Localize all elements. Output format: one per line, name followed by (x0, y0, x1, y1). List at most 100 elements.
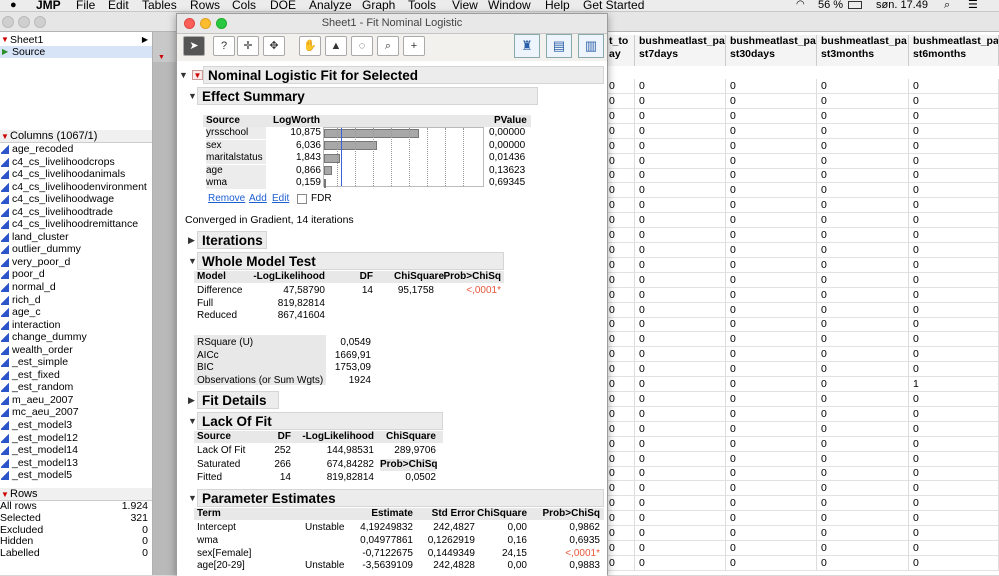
column-item[interactable]: outlier_dummy (0, 243, 152, 256)
grid-cell[interactable]: 0 (909, 406, 999, 422)
crosshair-tool-icon[interactable]: + (403, 36, 425, 56)
edit-button[interactable]: Edit (272, 193, 289, 205)
grid-cell[interactable]: 0 (605, 242, 635, 258)
grid-cell[interactable]: 0 (726, 228, 817, 243)
grid-cell[interactable]: 0 (605, 272, 635, 288)
grid-cell[interactable]: 0 (909, 93, 999, 109)
column-item[interactable]: mc_aeu_2007 (0, 406, 152, 419)
menu-tools[interactable]: Tools (408, 0, 436, 11)
grid-cell[interactable]: 0 (817, 332, 909, 348)
grid-cell[interactable]: 0 (635, 213, 726, 229)
brush-tool-icon[interactable]: ▲ (325, 36, 347, 56)
column-item[interactable]: _est_model13 (0, 457, 152, 470)
grid-cell[interactable]: 0 (909, 272, 999, 288)
grid-cell[interactable]: 0 (817, 377, 909, 392)
grid-cell[interactable]: 0 (635, 317, 726, 333)
column-item[interactable]: _est_random (0, 381, 152, 394)
grid-cell[interactable]: 0 (909, 183, 999, 199)
grid-cell[interactable]: 0 (726, 213, 817, 229)
grid-cell[interactable]: 0 (817, 213, 909, 229)
whole-model-header[interactable]: Whole Model Test (197, 252, 504, 270)
grid-cell[interactable]: 0 (817, 287, 909, 303)
grid-cell[interactable]: 0 (909, 79, 999, 94)
grid-cell[interactable]: 0 (909, 287, 999, 303)
grid-cell[interactable]: 0 (909, 391, 999, 407)
iterations-header[interactable]: Iterations (197, 231, 267, 249)
column-item[interactable]: c4_cs_livelihoodenvironment (0, 181, 152, 194)
grid-cell[interactable]: 0 (635, 242, 726, 258)
fdr-checkbox[interactable] (297, 194, 307, 204)
menu-jmp[interactable]: JMP (36, 0, 61, 11)
grid-cell[interactable]: 0 (817, 421, 909, 437)
table-disclosure-icon[interactable]: ▼ (1, 34, 9, 46)
grid-cell[interactable]: 0 (605, 555, 635, 571)
column-item[interactable]: age_recoded (0, 143, 152, 156)
grid-cell[interactable]: 0 (605, 540, 635, 556)
grid-cell[interactable]: 0 (909, 242, 999, 258)
grid-cell[interactable]: 0 (909, 555, 999, 571)
grid-cell[interactable]: 0 (726, 451, 817, 467)
grid-cell[interactable]: 0 (605, 466, 635, 482)
effect-summary-header[interactable]: Effect Summary (197, 87, 538, 105)
move-tool-icon[interactable]: ✥ (263, 36, 285, 56)
grid-cell[interactable]: 0 (909, 496, 999, 512)
grid-cell[interactable]: 0 (726, 302, 817, 318)
grid-cell[interactable]: 0 (909, 257, 999, 273)
remove-button[interactable]: Remove (208, 193, 245, 205)
disclosure-icon[interactable]: ▼ (188, 416, 197, 426)
column-item[interactable]: land_cluster (0, 231, 152, 244)
grid-cell[interactable]: 0 (817, 496, 909, 512)
list-icon[interactable]: ☰ (968, 0, 978, 11)
grid-cell[interactable]: 0 (726, 79, 817, 94)
apple-icon[interactable]: ● (10, 0, 17, 11)
grid-cell[interactable]: 0 (909, 168, 999, 184)
disclosure-icon[interactable]: ▼ (188, 91, 197, 101)
grid-cell[interactable]: 0 (605, 451, 635, 467)
grid-cell[interactable]: 0 (605, 168, 635, 184)
magnifier-tool-icon[interactable]: ⌕ (377, 36, 399, 56)
grid-cell[interactable]: 0 (605, 481, 635, 497)
grid-cell[interactable]: 0 (817, 526, 909, 541)
column-item[interactable]: change_dummy (0, 331, 152, 344)
column-item[interactable]: m_aeu_2007 (0, 394, 152, 407)
grid-cell[interactable]: 1 (909, 377, 999, 392)
grid-cell[interactable]: 0 (726, 272, 817, 288)
grid-cell[interactable]: 0 (726, 183, 817, 199)
grid-cell[interactable]: 0 (817, 93, 909, 109)
arrow-tool-icon[interactable]: ➤ (183, 36, 205, 56)
grid-cell[interactable]: 0 (909, 362, 999, 378)
grid-cell[interactable]: 0 (726, 242, 817, 258)
column-item[interactable]: normal_d (0, 281, 152, 294)
grid-cell[interactable]: 0 (817, 183, 909, 199)
grid-cell[interactable]: 0 (817, 406, 909, 422)
menu-graph[interactable]: Graph (362, 0, 395, 11)
grid-cell[interactable]: 0 (605, 257, 635, 273)
grid-cell[interactable]: 0 (909, 123, 999, 139)
grid-cell[interactable]: 0 (605, 93, 635, 109)
grid-cell[interactable]: 0 (726, 332, 817, 348)
menu-view[interactable]: View (452, 0, 478, 11)
grid-cell[interactable]: 0 (605, 526, 635, 541)
grid-cell[interactable]: 0 (605, 123, 635, 139)
grid-cell[interactable]: 0 (635, 257, 726, 273)
grid-cell[interactable]: 0 (817, 347, 909, 363)
grid-cell[interactable]: 0 (605, 406, 635, 422)
grid-cell[interactable]: 0 (726, 466, 817, 482)
grid-cell[interactable]: 0 (726, 362, 817, 378)
grid-cell[interactable]: 0 (635, 496, 726, 512)
grid-cell[interactable]: 0 (726, 391, 817, 407)
grid-cell[interactable]: 0 (817, 391, 909, 407)
red-triangle-icon[interactable]: ▼ (192, 70, 203, 80)
grid-cell[interactable]: 0 (909, 526, 999, 541)
grid-cell[interactable]: 0 (817, 168, 909, 184)
grid-cell[interactable]: 0 (605, 138, 635, 154)
grid-cell[interactable]: 0 (726, 511, 817, 527)
battery-label[interactable]: 56 % (818, 0, 843, 11)
column-header-1[interactable]: bushmeatlast_pa st7days (635, 35, 726, 66)
grid-cell[interactable]: 0 (635, 183, 726, 199)
hand-tool-icon[interactable]: ✋ (299, 36, 321, 56)
column-item[interactable]: _est_model12 (0, 432, 152, 445)
grid-cell[interactable]: 0 (909, 436, 999, 452)
grid-cell[interactable]: 0 (726, 317, 817, 333)
grid-cell[interactable]: 0 (635, 287, 726, 303)
